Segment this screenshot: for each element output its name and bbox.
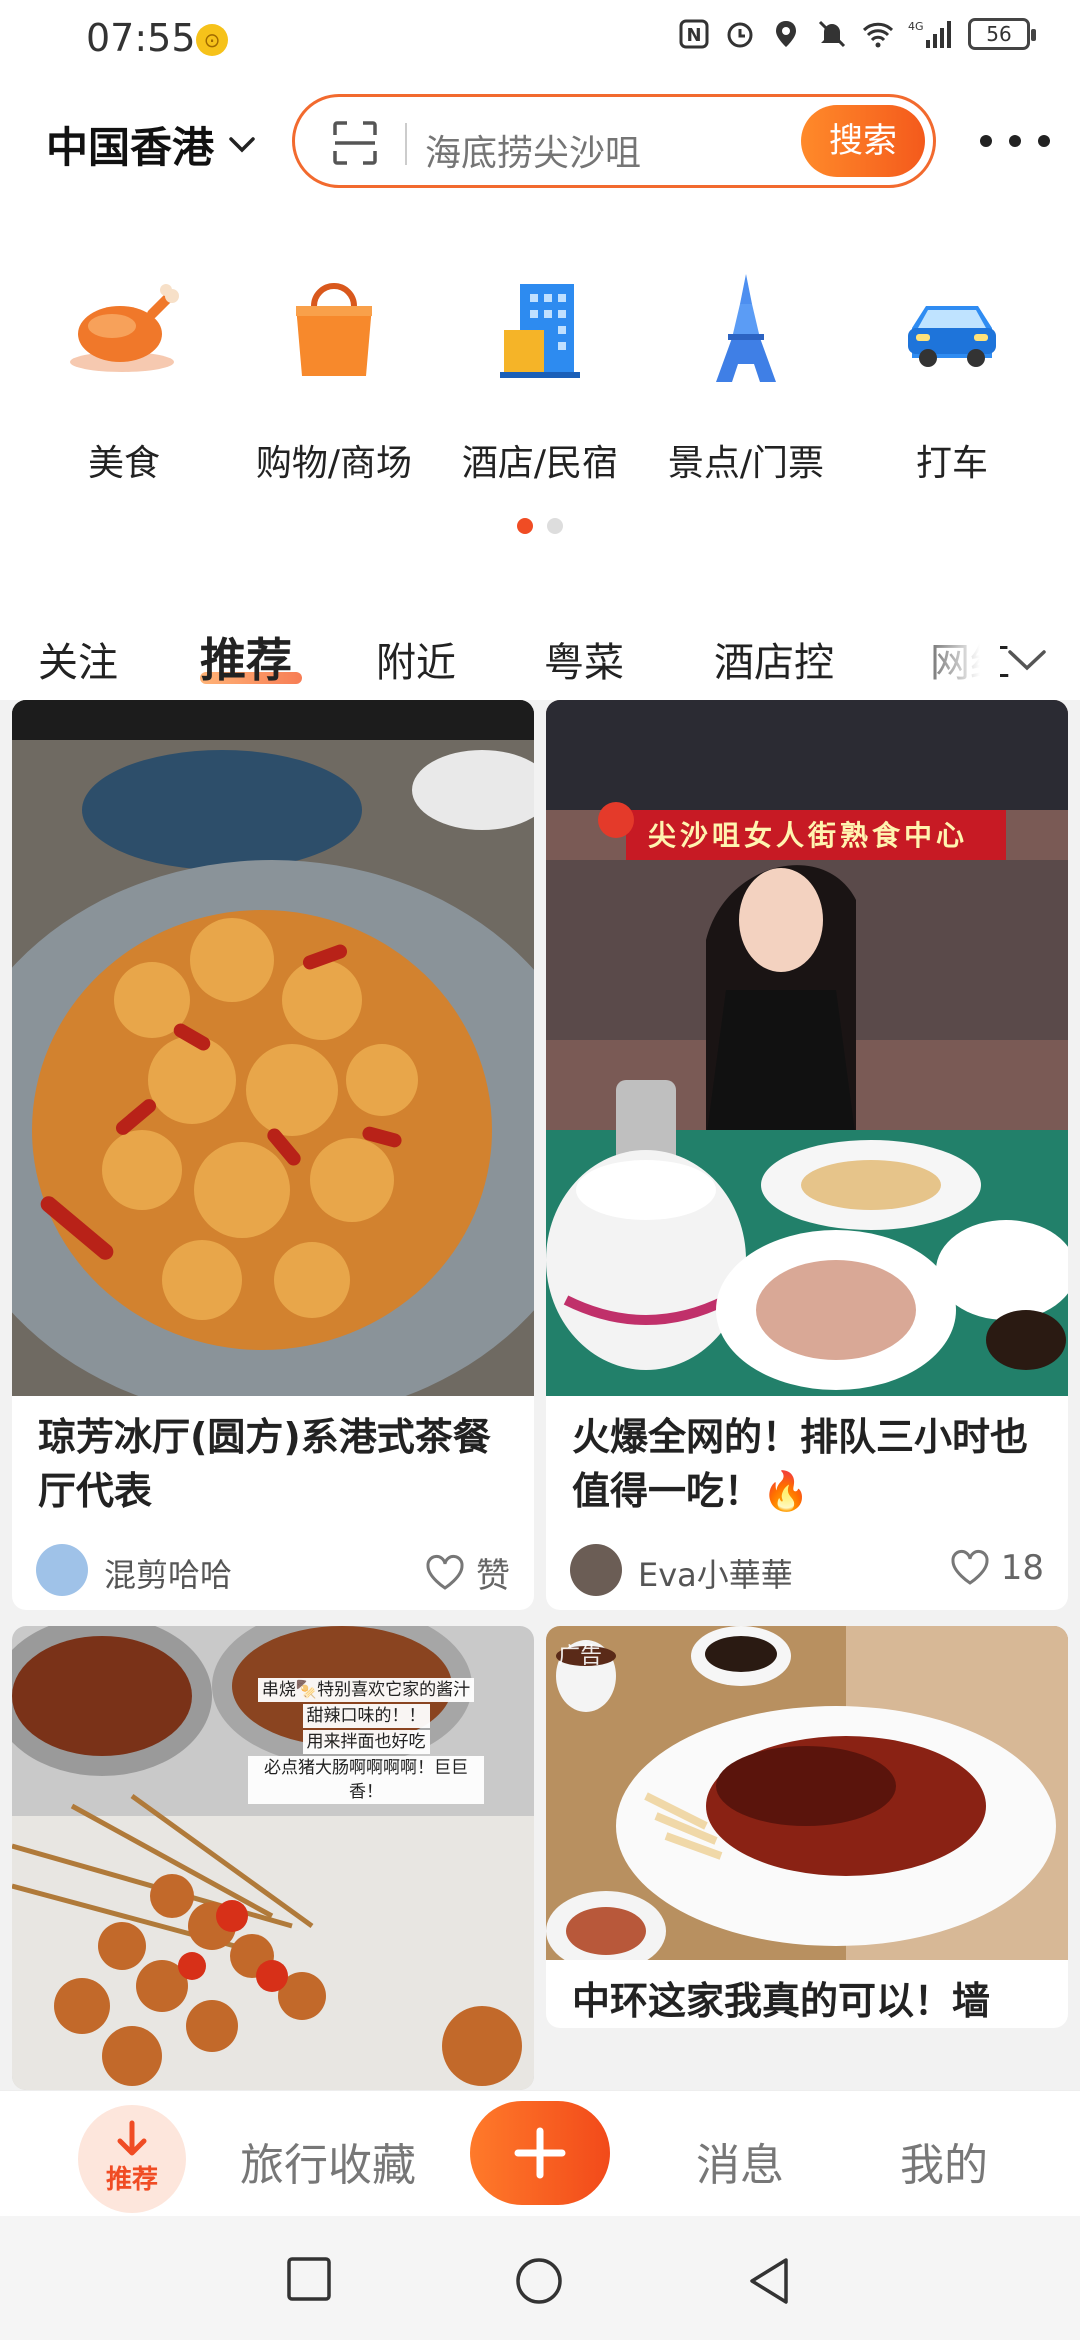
mute-icon [818,20,846,48]
category-food[interactable]: 美食 [24,270,224,486]
category-label: 购物/商场 [255,443,413,484]
system-nav-bar [0,2216,1080,2340]
feed: 琼芳冰厅(圆方)系港式茶餐厅代表 混剪哈哈 赞 尖沙咀女人街熟食中心 火爆全网的… [0,700,1080,2090]
city-label: 中国香港 [46,123,215,172]
feed-card[interactable]: 串烧🍢特别喜欢它家的酱汁 甜辣口味的！！ 用来拌面也好吃 必点猪大肠啊啊啊啊！巨… [12,1626,534,2090]
chevron-down-icon [229,136,255,152]
card-image: 广告 [546,1626,1068,1960]
card-meta: Eva小華華 18 [546,1530,1068,1610]
page-indicator [0,518,1080,534]
category-label: 美食 [87,443,160,484]
plus-icon [514,2127,566,2179]
status-bar: 07:55 ⊙ N 4G 56 [0,0,1080,80]
author-avatar[interactable] [36,1544,88,1596]
like-count: 18 [1000,1548,1044,1588]
author-name[interactable]: 混剪哈哈 [104,1550,232,1596]
feed-card[interactable]: 琼芳冰厅(圆方)系港式茶餐厅代表 混剪哈哈 赞 [12,700,534,1610]
expand-tabs-icon[interactable] [1004,640,1050,680]
tab-recommend[interactable]: 推荐 [200,624,292,690]
nfc-icon: N [679,19,709,49]
eiffel-tower-icon [716,274,776,382]
location-icon [776,21,796,47]
ad-label: 广告 [558,1644,603,1669]
signal-icon: 4G [908,20,951,48]
category-label: 酒店/民宿 [461,443,619,484]
heart-icon [951,1550,989,1585]
coin-notification-icon: ⊙ [196,24,228,56]
status-time: 07:55 [86,16,196,60]
battery-indicator: 56 [968,18,1036,50]
city-selector[interactable]: 中国香港 [46,114,256,175]
more-options-button[interactable] [980,126,1050,156]
tab-hotel[interactable]: 酒店控 [714,630,834,688]
page-dot [547,518,563,534]
feed-card[interactable]: 尖沙咀女人街熟食中心 火爆全网的！排队三小时也值得一吃！🔥 Eva小華華 18 [546,700,1068,1610]
back-icon[interactable] [746,2256,792,2306]
search-button[interactable]: 搜索 [801,105,925,177]
image-caption-overlay: 串烧🍢特别喜欢它家的酱汁 甜辣口味的！！ 用来拌面也好吃 必点猪大肠啊啊啊啊！巨… [248,1678,484,1806]
card-meta: 混剪哈哈 赞 [12,1530,534,1610]
alarm-icon [727,22,753,48]
search-divider [405,123,407,165]
author-avatar[interactable] [570,1544,622,1596]
category-grid: 美食 购物/商场 酒店/民宿 景点/门票 打车 [0,270,1080,490]
svg-text:N: N [686,25,701,46]
nav-messages[interactable]: 消息 [696,2129,784,2193]
like-count: 赞 [476,1556,510,1596]
search-box[interactable]: 搜索 [292,94,936,188]
nav-me[interactable]: 我的 [900,2129,988,2193]
hotel-building-icon [500,284,580,378]
wifi-icon [862,22,894,48]
card-image: 尖沙咀女人街熟食中心 [546,700,1068,1396]
category-shopping[interactable]: 购物/商场 [234,270,434,486]
author-name[interactable]: Eva小華華 [638,1550,793,1596]
recent-apps-icon[interactable] [286,2256,332,2302]
page-dot-active [517,518,533,534]
tab-cantonese[interactable]: 粤菜 [544,630,624,688]
like-button[interactable]: 赞 [424,1548,510,1597]
category-attractions[interactable]: 景点/门票 [646,270,846,486]
tab-follow[interactable]: 关注 [38,630,118,688]
card-title: 琼芳冰厅(圆方)系港式茶餐厅代表 [38,1415,491,1513]
header: 中国香港 搜索 [0,90,1080,190]
feed-card[interactable]: 广告 中环这家我真的可以！墙 [546,1626,1068,2028]
scan-icon[interactable] [331,119,379,167]
tab-nearby[interactable]: 附近 [376,630,456,688]
nav-recommend[interactable]: 推荐 [78,2105,186,2213]
heart-icon [426,1554,464,1590]
status-icons: N 4G 56 [678,18,1036,50]
card-title: 火爆全网的！排队三小时也值得一吃！🔥 [572,1415,1029,1513]
card-image: 串烧🍢特别喜欢它家的酱汁 甜辣口味的！！ 用来拌面也好吃 必点猪大肠啊啊啊啊！巨… [12,1626,534,2090]
create-post-button[interactable] [470,2101,610,2205]
like-button[interactable]: 18 [949,1548,1044,1588]
svg-text:4G: 4G [908,20,924,33]
shopping-bag-icon [296,283,372,376]
bottom-nav: 推荐 旅行收藏 消息 我的 [0,2090,1080,2216]
restaurant-sign: 尖沙咀女人街熟食中心 [647,819,968,852]
nav-travel-favorites[interactable]: 旅行收藏 [240,2129,416,2193]
car-icon [908,306,996,367]
home-icon[interactable] [514,2256,564,2306]
roast-chicken-icon [70,284,179,372]
category-label: 景点/门票 [667,443,825,484]
card-image [12,700,534,1396]
card-title: 中环这家我真的可以！墙 [572,1979,991,2023]
nav-recommend-label: 推荐 [105,2165,158,2195]
search-input[interactable] [425,123,745,183]
category-taxi[interactable]: 打车 [852,270,1052,486]
feed-tabs: 关注 推荐 附近 粤菜 酒店控 网红 [0,618,1080,698]
category-hotel[interactable]: 酒店/民宿 [440,270,640,486]
down-arrow-icon [117,2120,147,2156]
category-label: 打车 [915,443,988,484]
